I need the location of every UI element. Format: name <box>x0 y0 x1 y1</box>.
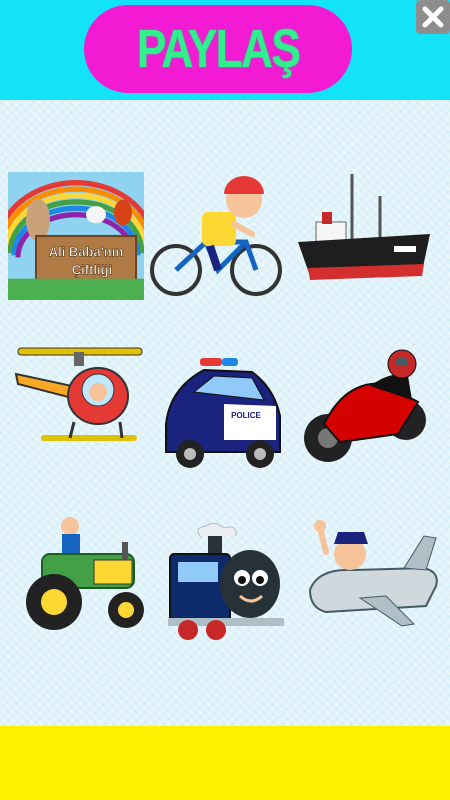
grid-item-police-car[interactable]: POLICE <box>156 352 292 480</box>
grid-item-bicycle[interactable] <box>148 172 284 300</box>
share-button-label: PAYLAŞ <box>136 19 301 79</box>
farm-sign-icon: Ali Baba'nın Çiftliği <box>8 172 144 300</box>
bottom-bar <box>0 726 450 800</box>
share-button[interactable]: PAYLAŞ <box>84 5 352 93</box>
grid-item-airplane[interactable] <box>306 512 442 640</box>
grid-item-helicopter[interactable] <box>14 330 150 458</box>
train-icon <box>168 522 284 640</box>
grid-item-ship[interactable] <box>296 172 432 300</box>
farm-sign-line1: Ali Baba'nın <box>49 244 124 259</box>
grid-item-farm[interactable]: Ali Baba'nın Çiftliği <box>8 172 144 300</box>
police-car-text: POLICE <box>231 411 261 420</box>
helicopter-icon <box>14 347 143 441</box>
top-bar: PAYLAŞ <box>0 0 450 100</box>
close-icon <box>422 6 444 28</box>
ship-icon <box>298 174 430 280</box>
tractor-icon <box>26 517 144 630</box>
close-button[interactable] <box>416 0 450 34</box>
bicycle-icon <box>150 176 282 296</box>
motorcycle-icon <box>304 349 426 462</box>
grid-item-train[interactable] <box>162 518 298 646</box>
airplane-icon <box>308 520 438 627</box>
farm-sign-line2: Çiftliği <box>72 262 112 277</box>
grid-item-motorcycle[interactable] <box>300 346 436 474</box>
police-car-icon: POLICE <box>165 358 281 468</box>
grid-item-tractor[interactable] <box>22 510 158 638</box>
